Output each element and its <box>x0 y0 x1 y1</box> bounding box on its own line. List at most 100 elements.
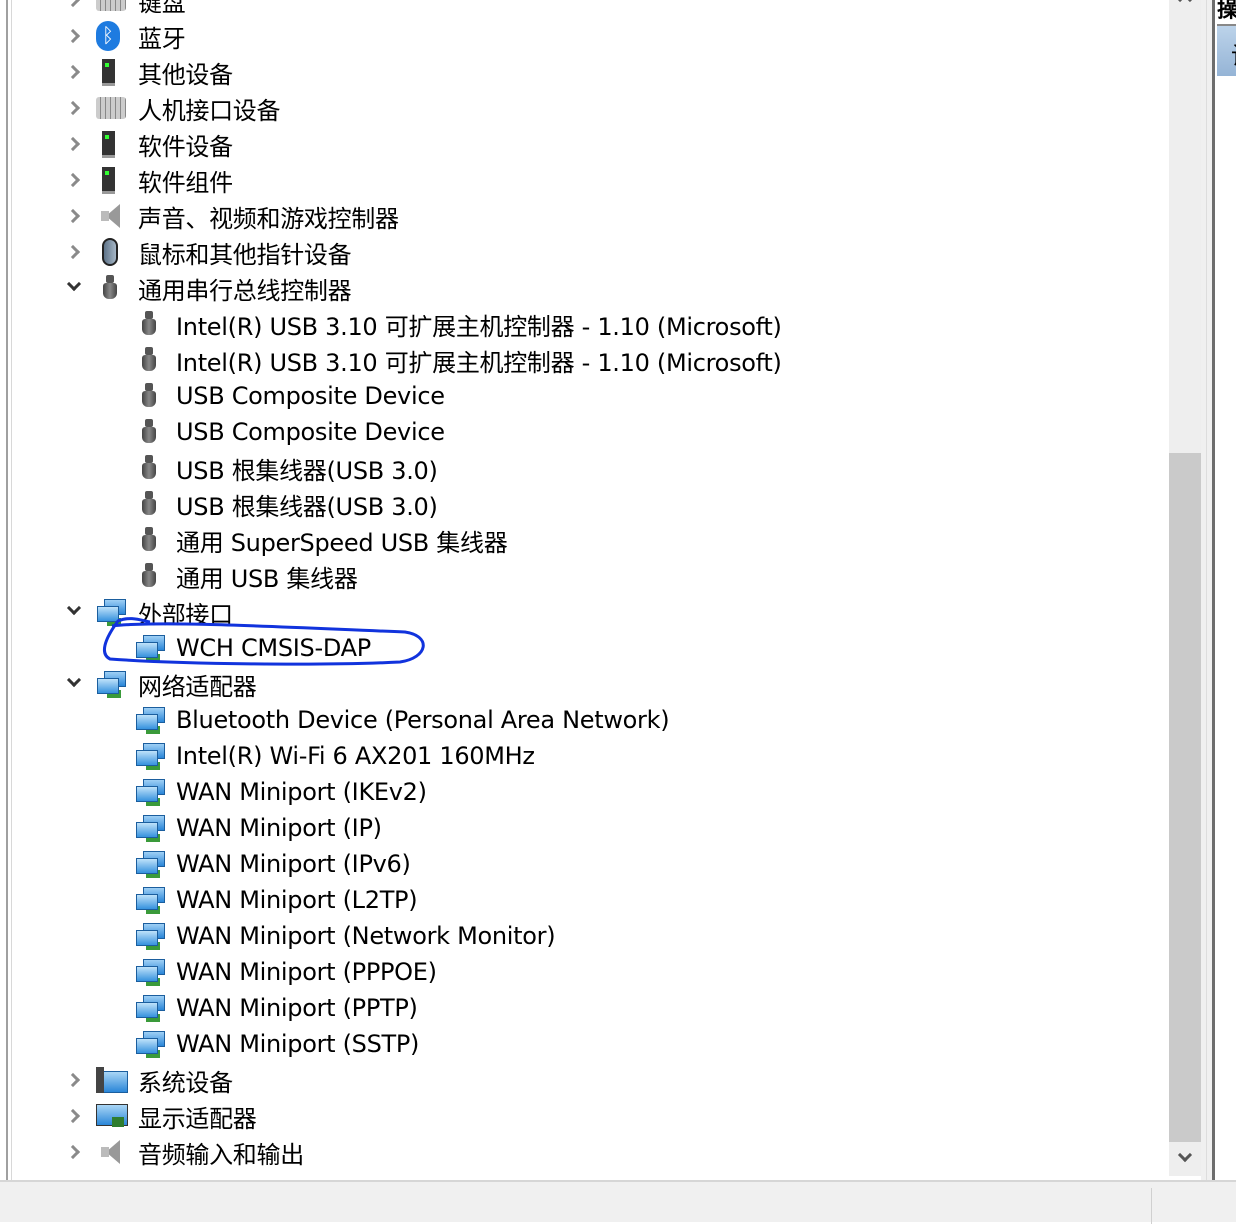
tree-item-label: 音频输入和输出 <box>138 1140 304 1169</box>
network-icon <box>135 849 165 879</box>
tree-device[interactable]: WAN Miniport (L2TP) <box>14 882 1169 918</box>
mouse-icon <box>96 237 126 267</box>
tree-item-label: WAN Miniport (IKEv2) <box>176 778 427 806</box>
tree-device[interactable]: Intel(R) USB 3.10 可扩展主机控制器 - 1.10 (Micro… <box>14 306 1169 342</box>
tree-device[interactable]: WAN Miniport (Network Monitor) <box>14 918 1169 954</box>
tree-item-label: WAN Miniport (PPTP) <box>176 994 418 1022</box>
tree-category[interactable]: 软件组件 <box>14 162 1169 198</box>
chevron-right-icon[interactable] <box>66 208 82 224</box>
tree-category[interactable]: 软件设备 <box>14 126 1169 162</box>
right-pane: 操 设 <box>1212 0 1236 1180</box>
software-component-icon <box>96 165 126 195</box>
chevron-right-icon[interactable] <box>66 1072 82 1088</box>
usb-icon <box>135 309 165 339</box>
right-pane-item-label: 设 <box>1231 36 1236 71</box>
chevron-right-icon[interactable] <box>66 28 82 44</box>
tree-item-label: Intel(R) Wi-Fi 6 AX201 160MHz <box>176 742 535 770</box>
tree-category[interactable]: 声音、视频和游戏控制器 <box>14 198 1169 234</box>
usb-icon <box>135 489 165 519</box>
tree-device[interactable]: USB Composite Device <box>14 414 1169 450</box>
scroll-down-icon[interactable] <box>1169 1145 1201 1175</box>
network-icon <box>135 885 165 915</box>
tree-item-label: USB Composite Device <box>176 382 445 410</box>
network-icon <box>135 705 165 735</box>
tree-item-label: Intel(R) USB 3.10 可扩展主机控制器 - 1.10 (Micro… <box>176 348 782 377</box>
usb-icon <box>135 561 165 591</box>
speaker-icon <box>96 1137 126 1167</box>
tree-item-label: WAN Miniport (IPv6) <box>176 850 411 878</box>
tree-item-label: WAN Miniport (SSTP) <box>176 1030 420 1058</box>
pane-splitter[interactable] <box>1201 0 1212 1180</box>
tree-item-label: WAN Miniport (Network Monitor) <box>176 922 556 950</box>
display-adapter-icon <box>96 1101 128 1131</box>
tree-category[interactable]: 鼠标和其他指针设备 <box>14 234 1169 270</box>
tree-device[interactable]: WAN Miniport (SSTP) <box>14 1026 1169 1062</box>
network-icon <box>135 921 165 951</box>
chevron-right-icon[interactable] <box>66 1108 82 1124</box>
tree-device[interactable]: USB 根集线器(USB 3.0) <box>14 486 1169 522</box>
tree-category[interactable]: 人机接口设备 <box>14 90 1169 126</box>
tree-category[interactable]: 显示适配器 <box>14 1098 1169 1134</box>
tree-device[interactable]: WAN Miniport (IKEv2) <box>14 774 1169 810</box>
usb-icon <box>135 381 165 411</box>
chevron-right-icon[interactable] <box>66 100 82 116</box>
tree-device[interactable]: WAN Miniport (PPPOE) <box>14 954 1169 990</box>
chevron-right-icon[interactable] <box>66 0 82 8</box>
tree-device[interactable]: USB 根集线器(USB 3.0) <box>14 450 1169 486</box>
unknown-device-icon <box>96 57 126 87</box>
tree-device[interactable]: USB Composite Device <box>14 378 1169 414</box>
usb-icon <box>135 345 165 375</box>
system-device-icon <box>96 1065 128 1095</box>
tree-category[interactable]: 其他设备 <box>14 54 1169 90</box>
speaker-icon <box>96 201 126 231</box>
tree-device[interactable]: WCH CMSIS-DAP <box>14 630 1169 666</box>
network-icon <box>135 777 165 807</box>
tree-item-label: 系统设备 <box>138 1068 233 1097</box>
tree-device[interactable]: Intel(R) Wi-Fi 6 AX201 160MHz <box>14 738 1169 774</box>
status-divider <box>1151 1188 1152 1224</box>
tree-device[interactable]: Bluetooth Device (Personal Area Network) <box>14 702 1169 738</box>
tree-device[interactable]: WAN Miniport (IP) <box>14 810 1169 846</box>
tree-item-label: 声音、视频和游戏控制器 <box>138 204 399 233</box>
tree-device[interactable]: WAN Miniport (PPTP) <box>14 990 1169 1026</box>
chevron-right-icon[interactable] <box>66 64 82 80</box>
tree-item-label: 网络适配器 <box>138 672 257 701</box>
chevron-right-icon[interactable] <box>66 172 82 188</box>
usb-icon <box>96 273 126 303</box>
tree-item-label: 其他设备 <box>138 60 233 89</box>
tree-item-label: 通用 USB 集线器 <box>176 564 358 593</box>
tree-category[interactable]: 键盘 <box>14 0 1169 18</box>
tree-device[interactable]: 通用 USB 集线器 <box>14 558 1169 594</box>
tree-item-label: WCH CMSIS-DAP <box>176 634 371 662</box>
chevron-down-icon[interactable] <box>66 676 82 692</box>
tree-category[interactable]: 音频输入和输出 <box>14 1134 1169 1170</box>
tree-category[interactable]: 外部接口 <box>14 594 1169 630</box>
tree-item-label: 蓝牙 <box>138 24 186 53</box>
chevron-down-icon[interactable] <box>66 280 82 296</box>
tree-item-label: 外部接口 <box>138 600 233 629</box>
tree-item-label: 通用串行总线控制器 <box>138 276 352 305</box>
tree-device[interactable]: 通用 SuperSpeed USB 集线器 <box>14 522 1169 558</box>
scrollbar-thumb[interactable] <box>1169 453 1201 1142</box>
scroll-up-icon[interactable] <box>1169 0 1201 30</box>
tree-category[interactable]: 网络适配器 <box>14 666 1169 702</box>
tree-item-label: 显示适配器 <box>138 1104 257 1133</box>
tree-device[interactable]: Intel(R) USB 3.10 可扩展主机控制器 - 1.10 (Micro… <box>14 342 1169 378</box>
software-device-icon <box>96 129 126 159</box>
vertical-scrollbar[interactable] <box>1169 0 1201 1176</box>
network-icon <box>135 813 165 843</box>
tree-device[interactable]: WAN Miniport (IPv6) <box>14 846 1169 882</box>
chevron-right-icon[interactable] <box>66 244 82 260</box>
right-pane-selected-item[interactable]: 设 <box>1217 24 1236 76</box>
tree-category[interactable]: 蓝牙 <box>14 18 1169 54</box>
chevron-down-icon[interactable] <box>66 604 82 620</box>
tree-item-label: Bluetooth Device (Personal Area Network) <box>176 706 670 734</box>
tree-category[interactable]: 系统设备 <box>14 1062 1169 1098</box>
network-icon <box>135 1029 165 1059</box>
chevron-right-icon[interactable] <box>66 1144 82 1160</box>
tree-category[interactable]: 通用串行总线控制器 <box>14 270 1169 306</box>
chevron-right-icon[interactable] <box>66 136 82 152</box>
tree-item-label: 软件设备 <box>138 132 233 161</box>
tree-item-label: 键盘 <box>138 0 186 17</box>
device-tree[interactable]: 键盘蓝牙其他设备人机接口设备软件设备软件组件声音、视频和游戏控制器鼠标和其他指针… <box>14 0 1169 1176</box>
